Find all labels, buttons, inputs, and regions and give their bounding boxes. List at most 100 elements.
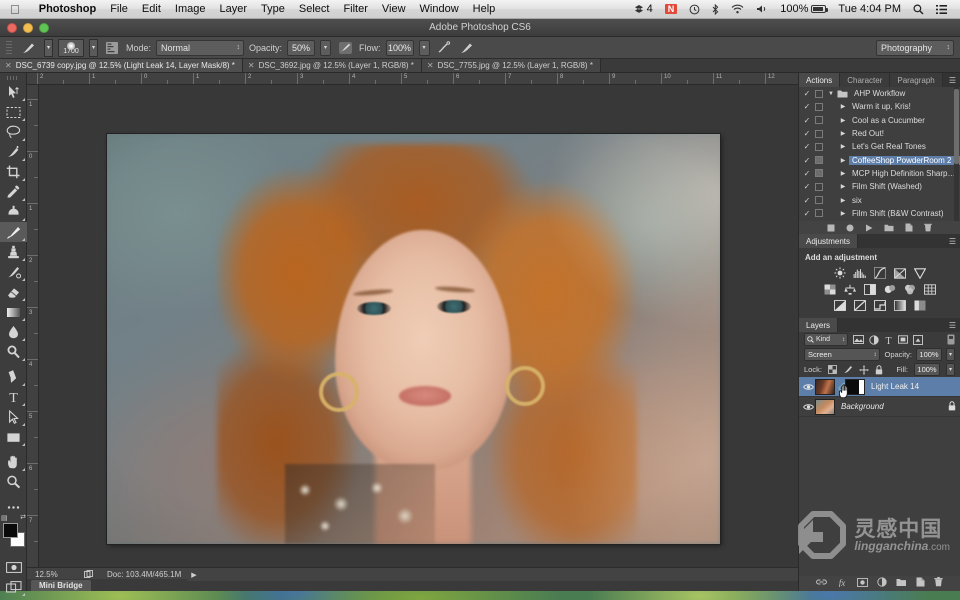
status-clock-icon[interactable] xyxy=(683,4,706,15)
horizontal-ruler[interactable]: 2 1 0 1 2 3 4 5 6 7 8 9 10 11 12 xyxy=(27,73,798,85)
brush-size-preview[interactable]: 1700 xyxy=(58,38,84,57)
action-enabled-check[interactable]: ✓ xyxy=(801,169,813,178)
tab-actions[interactable]: Actions xyxy=(799,73,841,87)
chevron-right-icon[interactable]: ▶ xyxy=(837,170,849,177)
color-balance-icon[interactable] xyxy=(843,283,856,295)
path-selection-tool[interactable] xyxy=(0,407,27,427)
layer-thumbnail[interactable] xyxy=(815,398,835,415)
action-enabled-check[interactable]: ✓ xyxy=(801,209,813,218)
status-clock-text[interactable]: Tue 4:04 PM xyxy=(832,3,907,15)
opacity-stepper[interactable]: ▾ xyxy=(320,39,332,56)
menu-image[interactable]: Image xyxy=(168,0,213,19)
action-row[interactable]: ✓ ▶ Warm it up, Kris! xyxy=(799,100,960,113)
menu-file[interactable]: File xyxy=(103,0,135,19)
new-layer-icon[interactable] xyxy=(916,577,925,590)
gradient-tool[interactable] xyxy=(0,302,27,322)
tab-close-icon[interactable]: ✕ xyxy=(427,61,434,70)
gradient-map-icon[interactable] xyxy=(893,299,906,311)
pixel-filter-icon[interactable] xyxy=(853,335,864,344)
eyedropper-tool[interactable] xyxy=(0,182,27,202)
tab-character[interactable]: Character xyxy=(840,73,891,87)
panel-menu-icon[interactable]: ☰ xyxy=(949,318,960,332)
toolbox-grip[interactable] xyxy=(0,73,26,82)
action-row[interactable]: ✓ ▼ AHP Workflow xyxy=(799,87,960,100)
new-set-icon[interactable] xyxy=(884,224,894,232)
action-enabled-check[interactable]: ✓ xyxy=(801,89,813,98)
menu-photoshop[interactable]: Photoshop xyxy=(32,0,103,19)
stop-icon[interactable] xyxy=(827,224,835,232)
opacity-stepper[interactable]: ▾ xyxy=(946,348,955,361)
chevron-right-icon[interactable]: ▶ xyxy=(837,157,849,164)
menu-layer[interactable]: Layer xyxy=(212,0,254,19)
document-tab-0[interactable]: ✕ DSC_6739 copy.jpg @ 12.5% (Light Leak … xyxy=(0,59,243,72)
action-row-selected[interactable]: ✓ ▶ CoffeeShop PowderRoom 2 xyxy=(799,153,960,166)
menu-help[interactable]: Help xyxy=(466,0,503,19)
black-white-icon[interactable] xyxy=(863,283,876,295)
zoom-button[interactable] xyxy=(39,23,49,33)
chevron-right-icon[interactable]: ▶ xyxy=(837,103,849,110)
blend-mode-select[interactable]: Screen xyxy=(804,348,881,361)
layer-name[interactable]: Background xyxy=(838,402,944,411)
search-icon[interactable] xyxy=(907,4,930,15)
document-info[interactable]: Doc: 103.4M/465.1M xyxy=(107,570,181,579)
tab-close-icon[interactable]: ✕ xyxy=(5,61,12,70)
panel-menu-icon[interactable]: ☰ xyxy=(949,73,960,87)
hand-tool[interactable] xyxy=(0,452,27,472)
dodge-tool[interactable] xyxy=(0,342,27,362)
fill-stepper[interactable]: ▾ xyxy=(946,363,955,376)
action-row[interactable]: ✓ ▶ Film Shift (B&W Contrast) xyxy=(799,207,960,220)
layer-filter-kind-select[interactable]: Kind xyxy=(804,333,848,346)
screen-mode-icon[interactable] xyxy=(77,570,99,579)
action-row[interactable]: ✓ ▶ six xyxy=(799,193,960,206)
action-dialog-toggle[interactable] xyxy=(813,196,825,205)
minimize-button[interactable] xyxy=(23,23,33,33)
canvas-area[interactable] xyxy=(39,85,798,567)
action-dialog-toggle[interactable] xyxy=(813,142,825,151)
action-name[interactable]: CoffeeShop PowderRoom 2 xyxy=(849,155,960,165)
brush-size-chevron-icon[interactable]: ▾ xyxy=(89,38,98,57)
layer-row-light-leak[interactable]: 🔗 Light Leak 14 xyxy=(799,377,960,399)
brightness-contrast-icon[interactable] xyxy=(833,267,846,279)
move-tool[interactable] xyxy=(0,82,27,102)
action-enabled-check[interactable]: ✓ xyxy=(801,142,813,151)
action-dialog-toggle[interactable] xyxy=(813,116,825,125)
flow-input[interactable]: 100% xyxy=(385,39,414,56)
action-name[interactable]: Film Shift (B&W Contrast) xyxy=(849,209,960,218)
vertical-ruler[interactable]: 1 0 1 2 3 4 5 6 7 xyxy=(27,85,39,567)
channel-mixer-icon[interactable] xyxy=(903,283,916,295)
action-set-name[interactable]: AHP Workflow xyxy=(851,89,960,98)
menu-window[interactable]: Window xyxy=(413,0,466,19)
action-row[interactable]: ✓ ▶ MCP High Definition Sharpe... xyxy=(799,167,960,180)
action-enabled-check[interactable]: ✓ xyxy=(801,116,813,125)
default-colors-icon[interactable]: ▤ xyxy=(1,514,8,522)
smartobject-filter-icon[interactable] xyxy=(913,334,923,345)
zoom-level[interactable]: 12.5% xyxy=(35,570,77,579)
add-mask-icon[interactable] xyxy=(857,577,868,590)
actions-scrollbar-thumb[interactable] xyxy=(954,89,959,164)
delete-layer-icon[interactable] xyxy=(934,577,943,590)
opacity-input[interactable]: 50% xyxy=(287,39,316,56)
adjustment-filter-icon[interactable] xyxy=(869,334,879,345)
quick-selection-tool[interactable] xyxy=(0,142,27,162)
shape-filter-icon[interactable] xyxy=(898,335,908,344)
action-name[interactable]: Let's Get Real Tones xyxy=(849,142,960,151)
action-row[interactable]: ✓ ▶ Red Out! xyxy=(799,127,960,140)
action-name[interactable]: six xyxy=(849,196,960,205)
threshold-icon[interactable] xyxy=(873,299,886,311)
photo-filter-icon[interactable] xyxy=(883,283,896,295)
apple-icon[interactable]:  xyxy=(10,3,20,16)
action-row[interactable]: ✓ ▶ Cool as a Cucumber xyxy=(799,114,960,127)
action-name[interactable]: Cool as a Cucumber xyxy=(849,116,960,125)
new-adjustment-icon[interactable] xyxy=(877,577,887,590)
mini-bridge-tab[interactable]: Mini Bridge xyxy=(31,579,91,591)
curves-icon[interactable] xyxy=(873,267,886,279)
zoom-tool[interactable] xyxy=(0,472,27,492)
color-lookup-icon[interactable] xyxy=(923,283,936,295)
play-icon[interactable] xyxy=(865,224,873,232)
tab-close-icon[interactable]: ✕ xyxy=(248,61,255,70)
hue-saturation-icon[interactable] xyxy=(823,283,836,295)
status-battery[interactable]: 100% xyxy=(774,3,832,15)
history-brush-tool[interactable] xyxy=(0,262,27,282)
new-action-icon[interactable] xyxy=(905,223,913,232)
action-dialog-toggle[interactable] xyxy=(813,129,825,138)
